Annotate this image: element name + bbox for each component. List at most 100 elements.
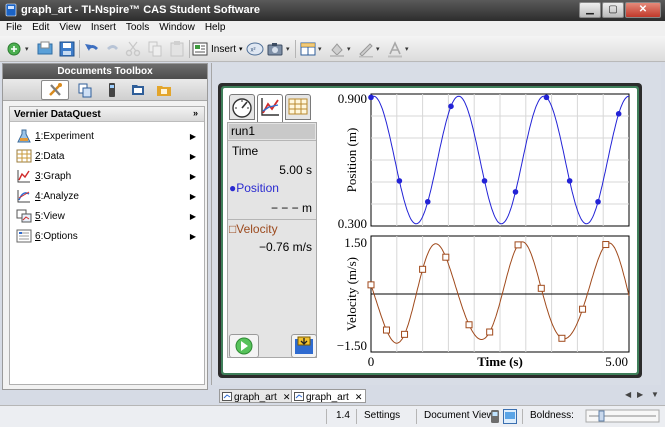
graph-area[interactable]: 0.900 0.300 1.50 −1.500 5.00 Time (s) Position… bbox=[323, 90, 637, 373]
position-data-point bbox=[481, 178, 488, 184]
x-axis-max: 5.00 bbox=[605, 354, 628, 369]
boldness-label: Boldness: bbox=[530, 410, 574, 421]
tab-table[interactable] bbox=[285, 94, 311, 120]
run-label[interactable]: run1 bbox=[229, 124, 315, 139]
velocity-data-point bbox=[382, 326, 390, 334]
document-tab-1[interactable]: graph_art ✕ bbox=[219, 389, 295, 403]
position-y-max: 0.900 bbox=[338, 91, 367, 106]
cut-icon[interactable] bbox=[124, 40, 142, 58]
scroll-tabs-left-icon[interactable]: ◀ bbox=[625, 390, 631, 399]
tab-content-explorer[interactable] bbox=[130, 82, 146, 98]
insert-icon bbox=[192, 42, 208, 56]
position-axis-label: Position (m) bbox=[344, 128, 359, 193]
handheld-view-icon[interactable] bbox=[488, 409, 502, 424]
text-color-icon[interactable] bbox=[386, 40, 404, 58]
time-value: 5.00 s bbox=[279, 163, 312, 177]
time-label: Time bbox=[232, 144, 259, 158]
menu-item-graph[interactable]: 3:Graph ▶ bbox=[16, 167, 200, 185]
menu-file[interactable]: File bbox=[0, 21, 26, 36]
menu-item-analyze[interactable]: 4:Analyze ▶ bbox=[16, 187, 200, 205]
toolbox-title: Documents Toolbox bbox=[3, 64, 207, 79]
panel-header[interactable]: Vernier DataQuest » bbox=[10, 107, 204, 122]
position-data-point bbox=[396, 178, 403, 184]
velocity-data-point bbox=[442, 253, 450, 261]
tab-utilities[interactable] bbox=[156, 82, 172, 98]
submenu-arrow-icon: ▶ bbox=[189, 191, 196, 201]
velocity-data-point bbox=[514, 241, 522, 249]
store-run-button[interactable] bbox=[291, 334, 317, 358]
velocity-data-point bbox=[558, 334, 566, 342]
variable-icon[interactable]: x² bbox=[246, 40, 264, 58]
table-view-icon bbox=[288, 98, 308, 115]
settings-link[interactable]: Settings bbox=[364, 410, 400, 421]
redo-icon[interactable] bbox=[104, 40, 122, 58]
menu-help[interactable]: Help bbox=[199, 21, 230, 36]
new-dropdown-arrow-icon[interactable]: ▾ bbox=[25, 45, 29, 53]
scroll-tabs-right-icon[interactable]: ▶ bbox=[637, 390, 643, 399]
document-icon bbox=[294, 392, 304, 401]
panel-title: Vernier DataQuest bbox=[14, 109, 101, 120]
close-button[interactable]: ✕ bbox=[625, 2, 661, 18]
copy-icon[interactable] bbox=[146, 40, 164, 58]
menu-item-experiment[interactable]: 1:Experiment ▶ bbox=[16, 127, 200, 145]
velocity-label[interactable]: □Velocity bbox=[229, 222, 278, 236]
page-number: 1.4 bbox=[336, 410, 350, 421]
tab-graph[interactable] bbox=[257, 94, 283, 122]
position-label[interactable]: ●Position bbox=[229, 181, 279, 195]
document-tab-2[interactable]: graph_art ✕ bbox=[291, 389, 367, 403]
undo-icon[interactable] bbox=[83, 40, 101, 58]
fill-color-icon[interactable] bbox=[328, 40, 346, 58]
line-dropdown-arrow-icon[interactable]: ▾ bbox=[376, 45, 380, 53]
menu-edit[interactable]: Edit bbox=[26, 21, 53, 36]
open-document-icon[interactable] bbox=[36, 40, 54, 58]
insert-button[interactable]: Insert ▾ bbox=[192, 40, 243, 58]
documents-toolbox: Documents Toolbox Vernier DataQuest » 1:… bbox=[2, 63, 208, 390]
page-layout-icon[interactable] bbox=[299, 40, 317, 58]
tab-list-icon[interactable]: ▼ bbox=[651, 390, 659, 399]
tab-ti-spacer-icon[interactable] bbox=[104, 82, 120, 98]
velocity-data-point bbox=[537, 284, 545, 292]
text-color-dropdown-arrow-icon[interactable]: ▾ bbox=[405, 45, 409, 53]
paste-icon[interactable] bbox=[168, 40, 186, 58]
position-value: − − − m bbox=[270, 201, 312, 215]
meter-panel: run1 Time 5.00 s ●Position − − − m □Velo… bbox=[227, 122, 317, 358]
menu-window[interactable]: Window bbox=[153, 21, 199, 36]
new-document-icon[interactable] bbox=[6, 40, 24, 58]
play-icon bbox=[235, 337, 253, 355]
close-tab-icon[interactable]: ✕ bbox=[355, 392, 363, 402]
line-color-icon[interactable] bbox=[357, 40, 375, 58]
camera-icon[interactable] bbox=[266, 40, 284, 58]
graph-icon bbox=[17, 170, 30, 183]
velocity-y-min: −1.50 bbox=[337, 338, 367, 353]
tab-page-sorter[interactable] bbox=[77, 82, 93, 98]
tab-meter[interactable] bbox=[229, 94, 255, 120]
camera-dropdown-arrow-icon[interactable]: ▾ bbox=[286, 45, 290, 53]
menu-view[interactable]: View bbox=[53, 21, 85, 36]
close-tab-icon[interactable]: ✕ bbox=[283, 392, 291, 402]
menu-item-data[interactable]: 2:Data ▶ bbox=[16, 147, 200, 165]
menu-item-view[interactable]: 5:View ▶ bbox=[16, 207, 200, 225]
menu-tools[interactable]: Tools bbox=[120, 21, 153, 36]
document-icon bbox=[222, 392, 232, 401]
start-collection-button[interactable] bbox=[229, 334, 259, 358]
boldness-slider[interactable] bbox=[585, 409, 660, 423]
maximize-button[interactable]: ▢ bbox=[602, 2, 624, 18]
layout-dropdown-arrow-icon[interactable]: ▾ bbox=[318, 45, 322, 53]
menu-insert[interactable]: Insert bbox=[85, 21, 120, 36]
submenu-arrow-icon: ▶ bbox=[189, 231, 196, 241]
minimize-button[interactable]: ▁ bbox=[579, 2, 601, 18]
view-icon bbox=[16, 209, 32, 223]
toolbar: ▾ Insert ▾ x² ▾ ▾ ▾ ▾ ▾ bbox=[0, 36, 665, 62]
slider-thumb[interactable] bbox=[598, 410, 605, 422]
position-data-point bbox=[566, 178, 573, 184]
velocity-data-point bbox=[465, 321, 473, 329]
fill-dropdown-arrow-icon[interactable]: ▾ bbox=[347, 45, 351, 53]
data-table-icon bbox=[16, 149, 32, 163]
save-icon[interactable] bbox=[58, 40, 76, 58]
menu-item-options[interactable]: 6:Options ▶ bbox=[16, 227, 200, 245]
document-page: run1 Time 5.00 s ●Position − − − m □Velo… bbox=[218, 83, 642, 378]
computer-view-icon[interactable] bbox=[503, 409, 517, 424]
collapse-icon[interactable]: » bbox=[193, 108, 198, 118]
tab-document-tools[interactable] bbox=[41, 80, 69, 100]
velocity-data-point bbox=[579, 305, 587, 313]
